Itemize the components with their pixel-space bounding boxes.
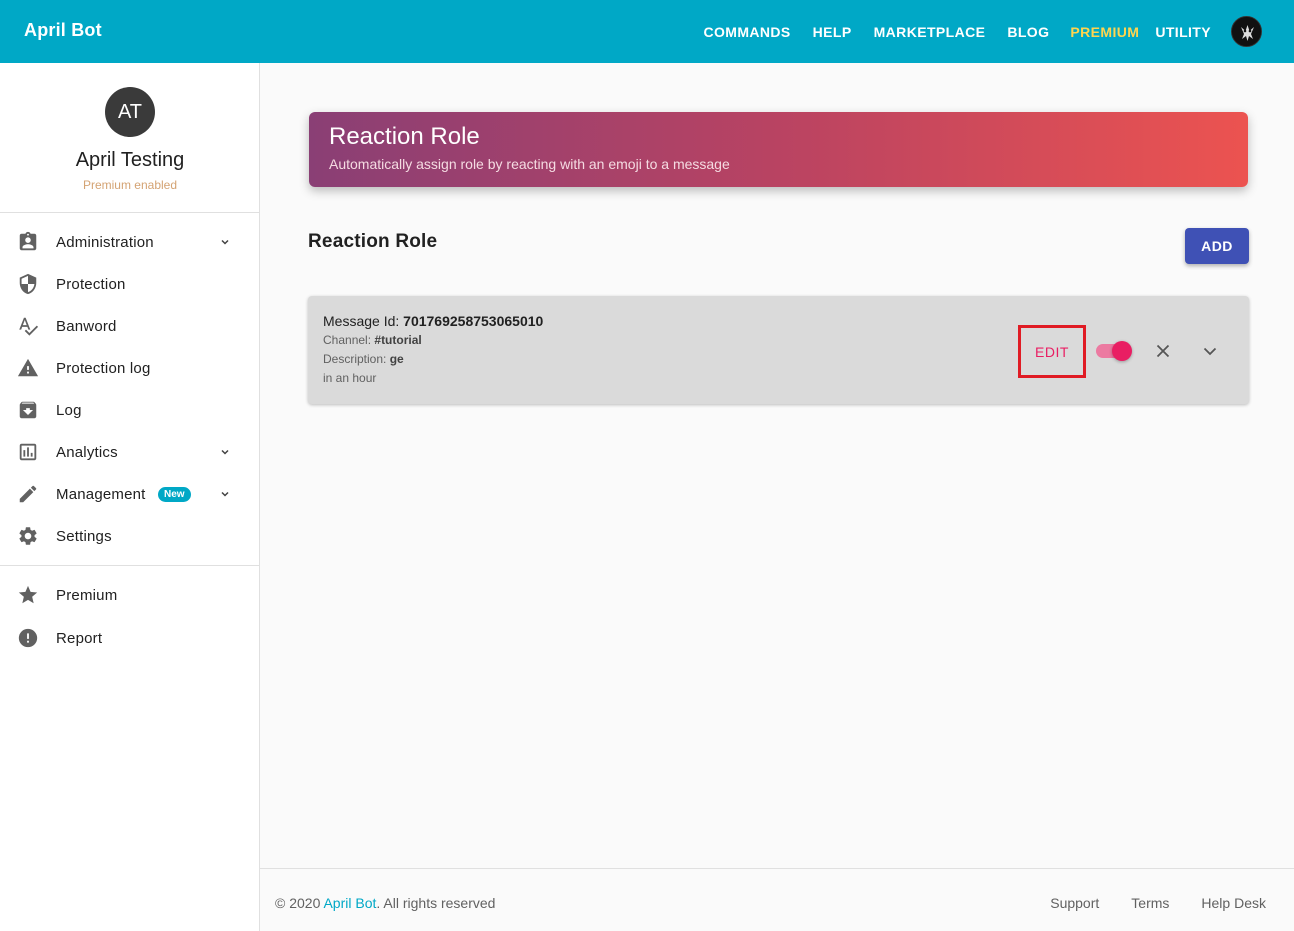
footer-link-help-desk[interactable]: Help Desk	[1201, 895, 1266, 911]
sidebar-item-label: Administration	[56, 233, 154, 251]
warning-icon	[17, 358, 39, 377]
chevron-down-icon	[221, 239, 229, 245]
page-subtitle: Automatically assign role by reacting wi…	[329, 156, 730, 172]
bar-chart-icon	[19, 443, 37, 461]
message-id: Message Id: 701769258753065010	[323, 313, 543, 329]
footer-link-terms[interactable]: Terms	[1131, 895, 1169, 911]
message-id-label: Message Id:	[323, 313, 400, 329]
toggle-knob	[1112, 341, 1132, 361]
delete-button[interactable]	[1151, 339, 1175, 363]
sidebar-menu: Administration Protection Banword Protec…	[0, 213, 259, 557]
footer-link-support[interactable]: Support	[1050, 895, 1099, 911]
sidebar-item-label: Report	[56, 630, 103, 647]
channel-label: Channel:	[323, 333, 372, 347]
server-avatar: AT	[105, 87, 155, 137]
sidebar-item-label: Management	[56, 485, 146, 503]
footer: © 2020 April Bot. All rights reserved Su…	[260, 868, 1294, 931]
new-badge: New	[158, 487, 191, 502]
sidebar-item-protection[interactable]: Protection	[0, 263, 259, 305]
add-button[interactable]: ADD	[1185, 228, 1249, 264]
channel-line: Channel: #tutorial	[323, 333, 422, 347]
expand-button[interactable]	[1198, 339, 1222, 363]
sidebar-item-log[interactable]: Log	[0, 389, 259, 431]
sidebar-item-administration[interactable]: Administration	[0, 221, 259, 263]
reaction-role-card[interactable]: Message Id: 701769258753065010 Channel: …	[308, 296, 1249, 404]
premium-status: Premium enabled	[82, 178, 178, 192]
sidebar-item-label: Log	[56, 401, 82, 419]
nav-premium[interactable]: PREMIUM	[1070, 24, 1139, 40]
copyright-suffix: . All rights reserved	[376, 895, 496, 911]
brand-title[interactable]: April Bot	[24, 20, 102, 41]
sidebar-item-management[interactable]: Management New	[0, 473, 259, 515]
sidebar-item-analytics[interactable]: Analytics	[0, 431, 259, 473]
sidebar-item-label: Protection log	[56, 359, 151, 377]
edit-button[interactable]: EDIT	[1018, 325, 1086, 378]
message-id-value: 701769258753065010	[403, 313, 544, 329]
sidebar-item-banword[interactable]: Banword	[0, 305, 259, 347]
close-icon	[1156, 344, 1170, 358]
gear-icon	[19, 527, 37, 545]
archive-icon	[19, 401, 37, 419]
main-content: Reaction Role Automatically assign role …	[260, 63, 1294, 868]
star-icon	[18, 585, 38, 604]
page-title: Reaction Role	[329, 123, 480, 150]
nav-utility[interactable]: UTILITY	[1155, 24, 1211, 40]
section-title: Reaction Role	[308, 231, 438, 252]
pencil-icon	[19, 485, 37, 503]
timestamp: in an hour	[323, 371, 377, 385]
top-nav: COMMANDS HELP MARKETPLACE BLOG PREMIUM U…	[681, 0, 1262, 63]
top-app-bar: April Bot COMMANDS HELP MARKETPLACE BLOG…	[0, 0, 1294, 63]
chevron-down-icon	[1203, 347, 1217, 356]
copyright-link[interactable]: April Bot	[323, 895, 376, 911]
alert-circle-icon	[18, 628, 38, 648]
sidebar-item-label: Protection	[56, 275, 126, 293]
nav-blog[interactable]: BLOG	[1007, 24, 1049, 40]
copyright-prefix: © 2020	[275, 895, 324, 911]
nav-commands[interactable]: COMMANDS	[703, 24, 790, 40]
enabled-toggle[interactable]	[1096, 341, 1132, 361]
footer-links: Support Terms Help Desk	[1018, 895, 1266, 911]
sidebar-item-settings[interactable]: Settings	[0, 515, 259, 557]
chevron-down-icon	[221, 449, 229, 455]
sidebar-item-premium[interactable]: Premium	[0, 574, 259, 617]
sidebar-item-protection-log[interactable]: Protection log	[0, 347, 259, 389]
clipboard-account-icon	[19, 231, 37, 251]
page-header-banner: Reaction Role Automatically assign role …	[309, 112, 1248, 187]
sidebar-secondary-menu: Premium Report	[0, 574, 259, 660]
sidebar-item-label: Banword	[56, 317, 117, 335]
sidebar-divider	[0, 565, 259, 566]
nav-help[interactable]: HELP	[813, 24, 852, 40]
sidebar-item-label: Settings	[56, 527, 112, 545]
sidebar-item-label: Premium	[56, 587, 118, 604]
sidebar-item-report[interactable]: Report	[0, 617, 259, 660]
description-line: Description: ge	[323, 352, 404, 366]
spellcheck-icon	[19, 317, 39, 336]
channel-value: #tutorial	[374, 333, 422, 347]
server-name: April Testing	[75, 149, 185, 171]
description-label: Description:	[323, 352, 387, 366]
sidebar: AT April Testing Premium enabled Adminis…	[0, 63, 260, 931]
description-value: ge	[389, 352, 404, 366]
user-avatar[interactable]	[1231, 16, 1262, 47]
nav-marketplace[interactable]: MARKETPLACE	[874, 24, 986, 40]
server-profile: AT April Testing Premium enabled	[0, 63, 259, 213]
sidebar-item-label: Analytics	[56, 443, 118, 461]
shield-icon	[19, 273, 37, 295]
chevron-down-icon	[221, 491, 229, 497]
copyright: © 2020 April Bot. All rights reserved	[275, 895, 495, 911]
